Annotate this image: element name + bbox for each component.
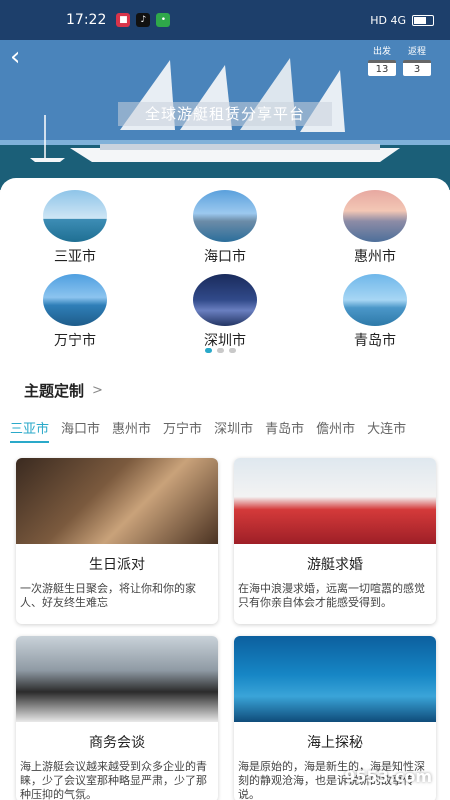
hero-banner: ‹ 全球游艇租赁分享平台 出发 13 返程 3 <box>0 40 450 190</box>
departure-label: 出发 <box>372 47 391 57</box>
card-title: 游艇求婚 <box>307 557 363 573</box>
hero-title: 全球游艇租赁分享平台 <box>118 102 332 126</box>
city-photo <box>43 274 107 326</box>
theme-header[interactable]: 主题定制 > <box>24 380 103 401</box>
theme-card-business[interactable]: 商务会谈 海上游艇会议越来越受到众多企业的青睐，少了会议室那种略显严肃，少了那种… <box>16 636 218 800</box>
card-title: 海上探秘 <box>307 735 363 751</box>
page-indicator <box>205 348 236 353</box>
message-icon: • <box>156 13 171 27</box>
city-name: 惠州市 <box>354 249 396 265</box>
theme-card-birthday[interactable]: 生日派对 一次游艇生日聚会，将让你和你的家人、好友终生难忘 <box>16 458 218 624</box>
city-name: 海口市 <box>204 249 246 265</box>
signal-text: HD 4G <box>370 13 406 27</box>
city-item-wanning[interactable]: 万宁市 <box>0 274 150 350</box>
city-selector: 三亚市 海口市 惠州市 万宁市 深圳市 青岛市 <box>0 178 450 368</box>
app-notification-icon: ■ <box>116 13 131 27</box>
card-description: 在海中浪漫求婚，远离一切喧嚣的感觉只有你亲自体会才能感受得到。 <box>238 582 425 609</box>
card-photo <box>234 636 436 722</box>
tab-wanning[interactable]: 万宁市 <box>163 418 202 443</box>
return-label: 返程 <box>407 47 426 57</box>
card-description: 一次游艇生日聚会，将让你和你的家人、好友终生难忘 <box>20 582 196 609</box>
city-photo <box>43 190 107 242</box>
card-title: 商务会谈 <box>89 735 145 751</box>
return-day: 3 <box>403 60 431 76</box>
city-name: 青岛市 <box>354 333 396 349</box>
theme-card-proposal[interactable]: 游艇求婚 在海中浪漫求婚，远离一切喧嚣的感觉只有你亲自体会才能感受得到。 <box>234 458 436 624</box>
city-name: 三亚市 <box>54 249 96 265</box>
city-tabs: 三亚市 海口市 惠州市 万宁市 深圳市 青岛市 儋州市 大连市 <box>10 418 450 443</box>
watermark: 9553.com <box>344 767 432 786</box>
back-button[interactable]: ‹ <box>10 44 36 72</box>
tab-qingdao[interactable]: 青岛市 <box>265 418 304 443</box>
tab-haikou[interactable]: 海口市 <box>61 418 100 443</box>
departure-date[interactable]: 出发 13 <box>368 46 396 76</box>
city-photo <box>343 274 407 326</box>
city-item-shenzhen[interactable]: 深圳市 <box>150 274 300 350</box>
city-photo <box>343 190 407 242</box>
theme-cards: 生日派对 一次游艇生日聚会，将让你和你的家人、好友终生难忘 游艇求婚 在海中浪漫… <box>16 458 436 800</box>
page-dot <box>229 348 236 353</box>
card-description: 海上游艇会议越来越受到众多企业的青睐，少了会议室那种略显严肃，少了那种压抑的气氛… <box>20 760 207 800</box>
theme-heading: 主题定制 <box>24 382 85 400</box>
departure-day: 13 <box>368 60 396 76</box>
tiktok-icon: ♪ <box>136 13 151 27</box>
page-dot <box>217 348 224 353</box>
city-item-haikou[interactable]: 海口市 <box>150 190 300 266</box>
card-photo <box>16 458 218 544</box>
status-time: 17:22 <box>66 12 107 28</box>
return-date[interactable]: 返程 3 <box>403 46 431 76</box>
card-photo <box>16 636 218 722</box>
status-right: HD 4G <box>370 14 434 27</box>
city-name: 深圳市 <box>204 333 246 349</box>
tab-dalian[interactable]: 大连市 <box>367 418 406 443</box>
card-title: 生日派对 <box>89 557 145 573</box>
city-name: 万宁市 <box>54 333 96 349</box>
battery-icon <box>412 14 434 26</box>
status-bar: 17:22 ■ ♪ • HD 4G <box>0 0 450 40</box>
card-photo <box>234 458 436 544</box>
city-item-huizhou[interactable]: 惠州市 <box>300 190 450 266</box>
tab-huizhou[interactable]: 惠州市 <box>112 418 151 443</box>
tab-sanya[interactable]: 三亚市 <box>10 418 50 443</box>
city-photo <box>193 190 257 242</box>
chevron-right-icon: > <box>92 383 103 398</box>
theme-section: 主题定制 > 三亚市 海口市 惠州市 万宁市 深圳市 青岛市 儋州市 大连市 生… <box>0 368 450 800</box>
city-photo <box>193 274 257 326</box>
city-item-sanya[interactable]: 三亚市 <box>0 190 150 266</box>
page-dot <box>205 348 212 353</box>
tab-shenzhen[interactable]: 深圳市 <box>214 418 253 443</box>
tab-danzhou[interactable]: 儋州市 <box>316 418 355 443</box>
city-item-qingdao[interactable]: 青岛市 <box>300 274 450 350</box>
